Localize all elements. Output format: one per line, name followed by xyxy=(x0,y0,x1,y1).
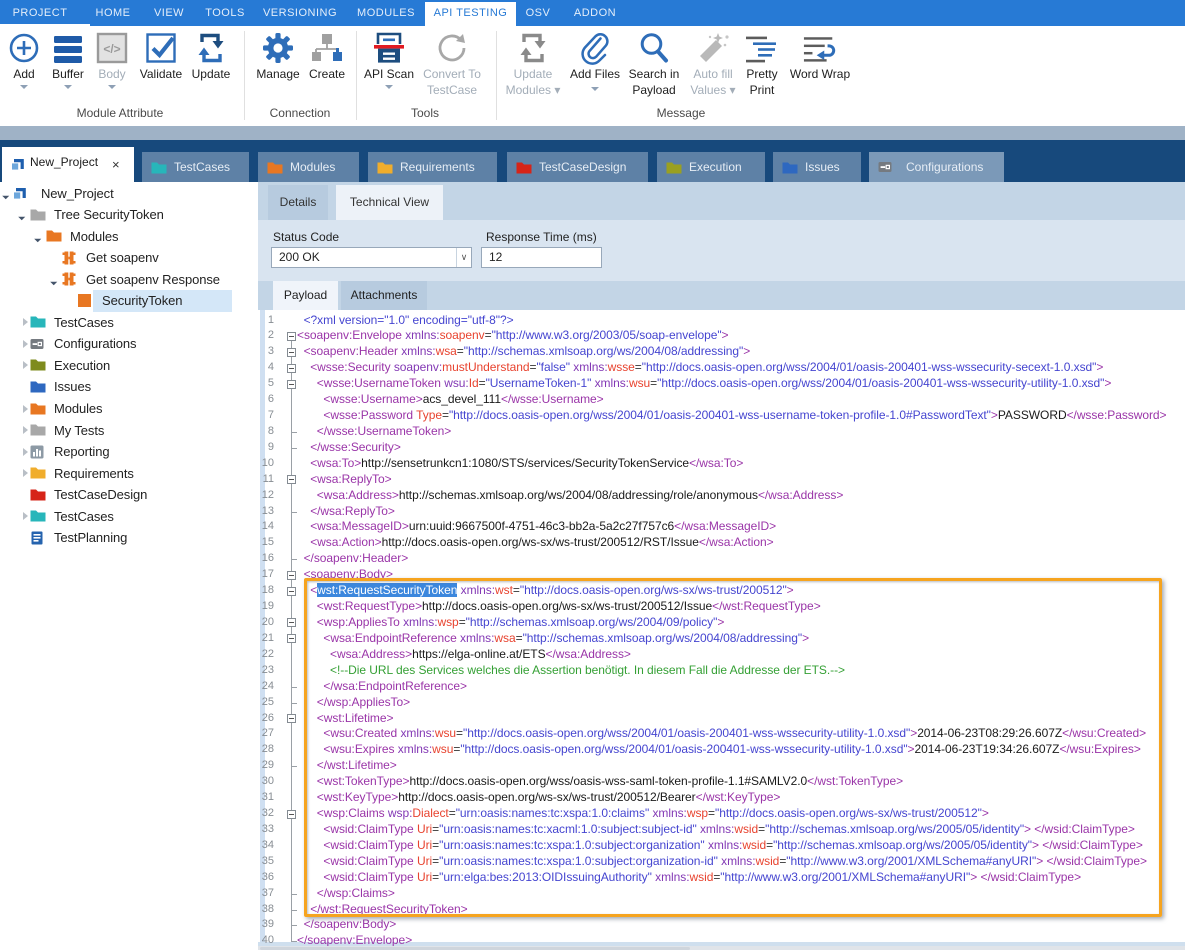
svg-text:</>: </> xyxy=(103,42,120,56)
